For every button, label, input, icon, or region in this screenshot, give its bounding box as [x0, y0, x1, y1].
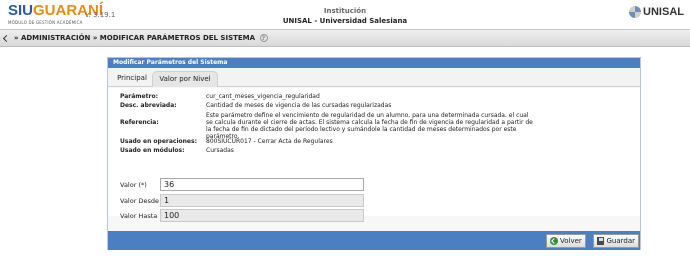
detail-value: 800SIUCUR017 - Cerrar Acta de Regulares — [206, 138, 333, 145]
detail-value: cur_cant_meses_vigencia_regularidad — [206, 93, 320, 100]
unisal-emblem-icon — [629, 6, 642, 18]
valor-hasta-input: 100 — [160, 209, 364, 222]
valor-input[interactable]: 36 — [160, 178, 364, 191]
volver-button-label: Volver — [560, 237, 582, 245]
detail-label: Usado en módulos: — [120, 147, 185, 154]
valor-hasta-label: Valor Hasta — [120, 212, 158, 220]
detail-label: Parámetro: — [120, 93, 158, 100]
institution-label: Institución — [323, 7, 367, 15]
valor-desde-label: Valor Desde — [120, 197, 159, 205]
detail-label: Referencia: — [120, 119, 159, 126]
volver-button[interactable]: Volver — [546, 234, 586, 248]
save-disk-icon — [597, 237, 605, 245]
breadcrumb-text: » ADMINISTRACIÓN » MODIFICAR PARÁMETROS … — [14, 34, 256, 42]
breadcrumb: » ADMINISTRACIÓN » MODIFICAR PARÁMETROS … — [14, 34, 268, 42]
valor-desde-input: 1 — [160, 194, 364, 207]
detail-value: Este parámetro define el vencimiento de … — [206, 112, 533, 140]
detail-value: Cantidad de meses de vigencia de las cur… — [206, 102, 392, 109]
detail-label: Desc. abreviada: — [120, 102, 177, 109]
detail-value: Cursadas — [206, 147, 234, 154]
valor-label: Valor (*) — [120, 181, 147, 189]
unisal-logo-text: UNISAL — [643, 6, 684, 18]
guardar-button-label: Guardar — [606, 237, 635, 245]
parameters-panel: Modificar Parámetros del Sistema Princip… — [107, 57, 641, 250]
chevron-down-icon[interactable] — [2, 34, 11, 43]
tab-principal[interactable]: Principal — [113, 71, 151, 87]
app-header: SIUGUARANÍ MÓDULO DE GESTIÓN ACADÉMICA v… — [0, 0, 690, 27]
tab-valor-por-nivel[interactable]: Valor por Nivel — [152, 71, 218, 87]
guardar-button[interactable]: Guardar — [593, 234, 639, 248]
tab-bar: Principal Valor por Nivel — [108, 68, 640, 87]
panel-footer: Volver Guardar — [108, 231, 640, 250]
parameter-details: Parámetro: cur_cant_meses_vigencia_regul… — [108, 88, 640, 222]
panel-title: Modificar Parámetros del Sistema — [108, 58, 640, 68]
help-icon[interactable]: ? — [259, 34, 268, 42]
institution-name: UNISAL - Universidad Salesiana — [282, 17, 408, 25]
back-arrow-icon — [550, 237, 558, 245]
breadcrumb-bar: » ADMINISTRACIÓN » MODIFICAR PARÁMETROS … — [0, 29, 690, 47]
unisal-logo: UNISAL — [629, 6, 684, 18]
detail-label: Usado en operaciones: — [120, 138, 197, 145]
